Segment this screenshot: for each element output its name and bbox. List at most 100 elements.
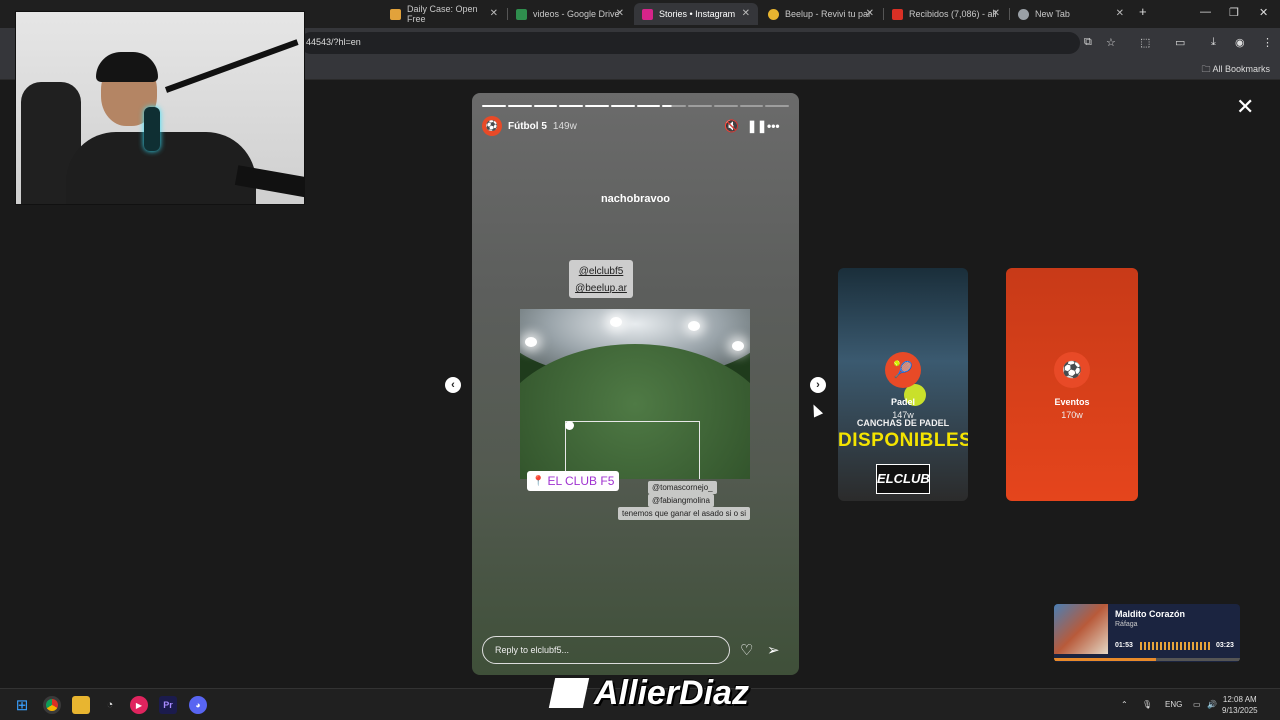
heart-icon[interactable]: ♡ [740,641,753,659]
progress-segment [636,105,661,107]
volume-icon[interactable]: 🔊 [1207,700,1217,709]
windows-start-icon[interactable]: ⊞ [13,696,31,714]
previous-story-button[interactable]: ‹ [445,377,461,393]
discord-icon[interactable]: ◕ [189,696,207,714]
elapsed-time: 01:53 [1115,642,1133,649]
progress-segment [610,105,635,107]
story-viewer[interactable]: ⚽ Fútbol 5 149w 🔇 ❚❚ ••• nachobravoo @el… [472,93,799,675]
close-icon[interactable]: ✕ [742,8,750,19]
drive-icon [516,8,527,20]
tab-instagram-stories[interactable]: Stories • Instagram ✕ [634,3,758,25]
chrome-icon [1018,8,1029,20]
show-hidden-icons[interactable]: ⌃ [1121,700,1128,709]
location-sticker[interactable]: 📍 EL CLUB F5 [527,471,620,491]
watermark-logo-icon [548,678,590,708]
avatar[interactable]: ⚽ [482,116,502,136]
location-name: EL CLUB F5 [547,474,615,488]
preview-headline: CANCHAS DE PADEL [856,418,950,428]
progress-segment [765,105,789,107]
file-explorer-icon[interactable] [72,696,90,714]
story-photo [520,309,750,479]
window-close-icon[interactable]: ✕ [1259,6,1268,19]
story-preview-padel[interactable]: 🎾 Padel 147w CANCHAS DE PADEL DISPONIBLE… [838,268,968,501]
media-player-icon[interactable]: ▶ [130,696,148,714]
progress-segment [713,105,738,107]
minimize-icon[interactable]: — [1200,6,1211,18]
address-bar[interactable]: 44543/?hl=en [300,32,1080,54]
now-playing-widget: Maldito Corazón Ráfaga 01:53 03:23 [1054,604,1240,662]
location-pin-icon: 📍 [532,475,545,487]
close-icon[interactable]: ✕ [616,8,624,19]
elclub-logo: ELCLUB [876,464,930,494]
side-panel-icon[interactable]: ▭ [1175,36,1185,49]
preview-big-text: DISPONIBLES [838,430,968,451]
clock-time: 12:08 AM [1222,695,1257,704]
close-icon[interactable]: ✕ [1116,8,1124,19]
progress-segment [688,105,712,107]
progress-segment [585,105,609,107]
preview-name: Padel [890,397,915,407]
mute-icon[interactable]: 🔇 [724,119,739,133]
mention-elclubf5[interactable]: @elclubf5 [569,263,633,280]
url-text: 44543/?hl=en [306,37,361,47]
watermark-text: AllierDiaz [594,673,749,712]
pause-icon[interactable]: ❚❚ [747,119,767,133]
tab-title: videos - Google Drive [533,9,620,19]
webcam-overlay [15,11,305,205]
all-bookmarks-label: All Bookmarks [1212,64,1270,74]
song-title: Maldito Corazón [1115,609,1185,619]
send-icon[interactable]: ➢ [767,641,780,659]
close-icon[interactable]: ✕ [490,8,498,19]
story-time: 149w [552,120,577,132]
tag-fabiangmolina[interactable]: @fabiangmolina [648,494,714,507]
progress-segment [662,105,686,107]
premiere-pro-icon[interactable]: Pr [159,696,177,714]
tab-new-tab[interactable]: New Tab ✕ [1010,3,1132,25]
tab-title: Stories • Instagram [659,9,736,19]
tag-tomascornejo[interactable]: @tomascornejo_ [648,481,717,494]
folder-icon: 🗀 [1201,64,1213,74]
more-options-icon[interactable]: ••• [767,119,780,133]
song-artist: Ráfaga [1115,621,1138,628]
menu-icon[interactable]: ⋮ [1262,36,1273,49]
tab-gmail[interactable]: Recibidos (7,086) - all ✕ [884,3,1008,25]
reply-input[interactable]: Reply to elclubf5... [482,636,730,664]
mentions-sticker[interactable]: @elclubf5 @beelup.ar [569,260,633,298]
story-preview-eventos[interactable]: ⚽ Eventos 170w [1006,268,1138,501]
tab-beelup[interactable]: Beelup - Revivi tu par ✕ [760,3,882,25]
tab-daily-case[interactable]: Daily Case: Open Free ✕ [382,3,506,25]
language-indicator[interactable]: ENG [1165,700,1182,709]
tab-google-drive[interactable]: videos - Google Drive ✕ [508,3,632,25]
next-story-button[interactable]: › [810,377,826,393]
song-progress-bar [1054,658,1240,661]
chrome-icon[interactable] [43,696,61,714]
all-bookmarks-button[interactable]: 🗀 All Bookmarks [1201,62,1270,78]
microphone-icon[interactable]: 🎙 [1142,700,1152,709]
new-tab-button[interactable]: + [1139,4,1147,19]
story-username[interactable]: Fútbol 5 [508,121,547,132]
close-icon[interactable]: ✕ [866,8,874,19]
install-app-icon[interactable]: ⧉ [1084,36,1092,49]
progress-segment [739,105,764,107]
clock-date: 9/13/2025 [1222,706,1258,715]
network-icon[interactable]: ▭ [1193,700,1201,709]
star-icon[interactable]: ☆ [1106,36,1116,49]
close-icon[interactable]: ✕ [992,8,1000,19]
download-icon[interactable]: ⤓ [1211,36,1216,49]
waveform [1140,642,1210,650]
streamer-watermark: AllierDiaz [548,672,749,714]
tab-title: Recibidos (7,086) - all [909,9,997,19]
profile-icon[interactable]: ◉ [1235,36,1245,49]
caption-text: tenemos que ganar el asado si o si [618,507,751,520]
tab-favicon-icon [390,8,401,20]
instagram-icon [642,8,653,20]
clock-app-icon[interactable]: ◔ [101,696,119,714]
close-viewer-button[interactable]: ✕ [1236,94,1254,120]
preview-name: Eventos [1054,397,1090,407]
extensions-icon[interactable]: ⬚ [1140,36,1150,49]
mention-beelup[interactable]: @beelup.ar [569,280,633,297]
restore-icon[interactable]: ❐ [1229,6,1239,19]
eventos-avatar: ⚽ [1054,352,1090,388]
progress-segment [507,105,532,107]
system-clock[interactable]: 12:08 AM 9/13/2025 [1222,694,1258,716]
